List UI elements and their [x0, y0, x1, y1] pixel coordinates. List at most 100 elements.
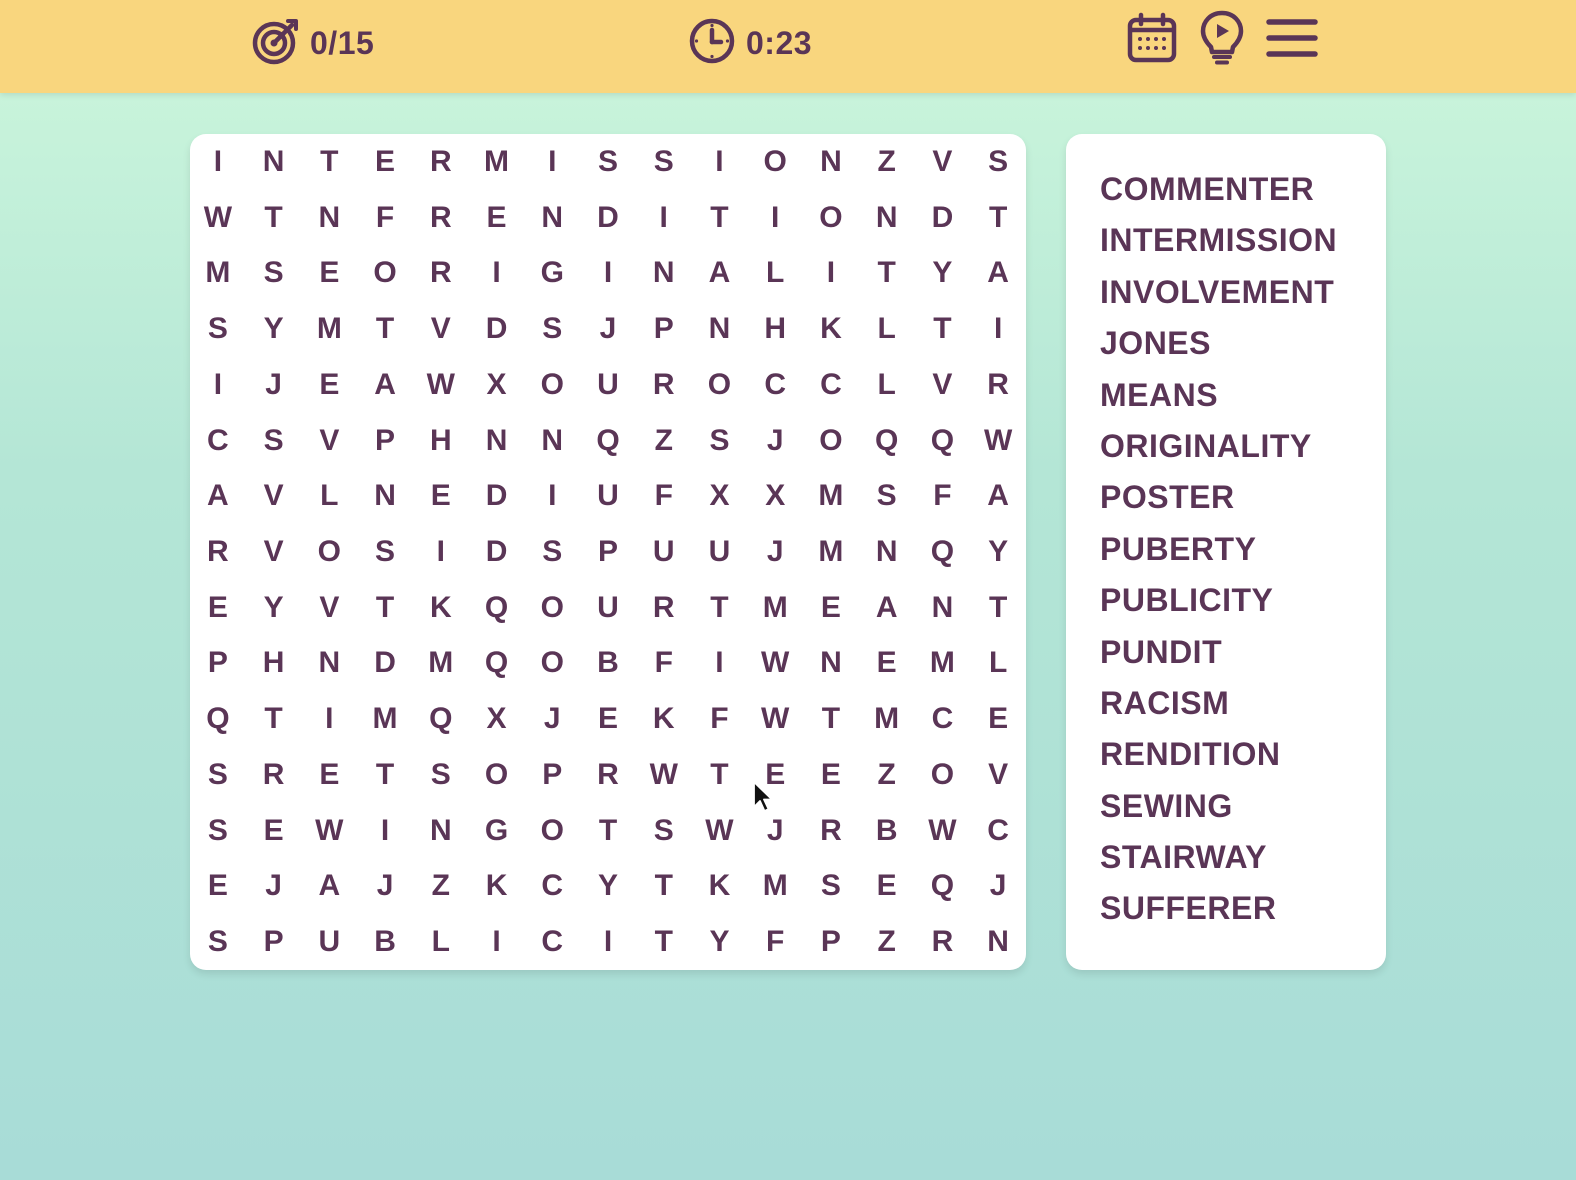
grid-cell[interactable]: S: [190, 914, 246, 970]
grid-cell[interactable]: E: [469, 190, 525, 246]
grid-cell[interactable]: E: [190, 859, 246, 915]
grid-cell[interactable]: S: [357, 524, 413, 580]
grid-cell[interactable]: E: [970, 691, 1026, 747]
grid-cell[interactable]: N: [301, 190, 357, 246]
grid-cell[interactable]: S: [524, 301, 580, 357]
grid-cell[interactable]: S: [636, 134, 692, 190]
grid-cell[interactable]: O: [524, 580, 580, 636]
grid-cell[interactable]: R: [636, 357, 692, 413]
grid-cell[interactable]: K: [636, 691, 692, 747]
grid-cell[interactable]: E: [859, 859, 915, 915]
grid-cell[interactable]: A: [692, 245, 748, 301]
grid-cell[interactable]: A: [357, 357, 413, 413]
grid-cell[interactable]: U: [301, 914, 357, 970]
grid-cell[interactable]: J: [747, 803, 803, 859]
grid-cell[interactable]: Y: [692, 914, 748, 970]
grid-cell[interactable]: I: [413, 524, 469, 580]
grid-cell[interactable]: T: [803, 691, 859, 747]
grid-cell[interactable]: P: [524, 747, 580, 803]
grid-cell[interactable]: T: [859, 245, 915, 301]
grid-cell[interactable]: L: [301, 468, 357, 524]
grid-cell[interactable]: K: [692, 859, 748, 915]
grid-cell[interactable]: N: [636, 245, 692, 301]
grid-cell[interactable]: Q: [469, 636, 525, 692]
grid-cell[interactable]: I: [524, 134, 580, 190]
grid-cell[interactable]: T: [246, 190, 302, 246]
grid-cell[interactable]: T: [970, 190, 1026, 246]
grid-cell[interactable]: V: [246, 524, 302, 580]
grid-cell[interactable]: S: [692, 413, 748, 469]
grid-cell[interactable]: I: [580, 245, 636, 301]
grid-cell[interactable]: H: [413, 413, 469, 469]
grid-cell[interactable]: D: [469, 468, 525, 524]
grid-cell[interactable]: A: [970, 245, 1026, 301]
grid-cell[interactable]: S: [190, 301, 246, 357]
grid-cell[interactable]: R: [636, 580, 692, 636]
grid-cell[interactable]: X: [469, 691, 525, 747]
grid-cell[interactable]: I: [190, 357, 246, 413]
grid-cell[interactable]: G: [524, 245, 580, 301]
grid-cell[interactable]: R: [915, 914, 971, 970]
grid-cell[interactable]: V: [301, 580, 357, 636]
grid-cell[interactable]: V: [970, 747, 1026, 803]
grid-cell[interactable]: E: [803, 580, 859, 636]
grid-cell[interactable]: H: [246, 636, 302, 692]
grid-cell[interactable]: N: [524, 190, 580, 246]
grid-cell[interactable]: O: [524, 636, 580, 692]
grid-cell[interactable]: A: [301, 859, 357, 915]
grid-cell[interactable]: T: [692, 747, 748, 803]
grid-cell[interactable]: V: [413, 301, 469, 357]
grid-cell[interactable]: Q: [915, 413, 971, 469]
grid-cell[interactable]: V: [915, 357, 971, 413]
grid-cell[interactable]: L: [747, 245, 803, 301]
grid-cell[interactable]: S: [190, 747, 246, 803]
grid-cell[interactable]: U: [580, 580, 636, 636]
grid-cell[interactable]: C: [970, 803, 1026, 859]
grid-cell[interactable]: P: [636, 301, 692, 357]
grid-cell[interactable]: T: [580, 803, 636, 859]
grid-cell[interactable]: V: [915, 134, 971, 190]
grid-cell[interactable]: E: [301, 747, 357, 803]
grid-cell[interactable]: Y: [580, 859, 636, 915]
grid-cell[interactable]: R: [190, 524, 246, 580]
grid-cell[interactable]: J: [970, 859, 1026, 915]
grid-cell[interactable]: N: [246, 134, 302, 190]
grid-cell[interactable]: R: [580, 747, 636, 803]
grid-cell[interactable]: L: [859, 301, 915, 357]
grid-cell[interactable]: L: [970, 636, 1026, 692]
grid-cell[interactable]: O: [747, 134, 803, 190]
grid-cell[interactable]: Z: [859, 914, 915, 970]
grid-cell[interactable]: B: [357, 914, 413, 970]
grid-cell[interactable]: I: [970, 301, 1026, 357]
grid-cell[interactable]: M: [469, 134, 525, 190]
grid-cell[interactable]: D: [469, 524, 525, 580]
grid-cell[interactable]: S: [190, 803, 246, 859]
grid-cell[interactable]: K: [803, 301, 859, 357]
grid-cell[interactable]: U: [692, 524, 748, 580]
grid-cell[interactable]: M: [357, 691, 413, 747]
grid-cell[interactable]: S: [580, 134, 636, 190]
grid-cell[interactable]: O: [803, 190, 859, 246]
grid-cell[interactable]: U: [580, 468, 636, 524]
grid-cell[interactable]: R: [970, 357, 1026, 413]
grid-cell[interactable]: F: [692, 691, 748, 747]
grid-cell[interactable]: W: [190, 190, 246, 246]
grid-cell[interactable]: I: [692, 636, 748, 692]
grid-cell[interactable]: Q: [915, 524, 971, 580]
calendar-button[interactable]: [1124, 12, 1180, 68]
grid-cell[interactable]: U: [580, 357, 636, 413]
grid-cell[interactable]: J: [246, 859, 302, 915]
grid-cell[interactable]: Q: [469, 580, 525, 636]
grid-cell[interactable]: P: [190, 636, 246, 692]
grid-cell[interactable]: O: [357, 245, 413, 301]
grid-cell[interactable]: Q: [915, 859, 971, 915]
grid-cell[interactable]: C: [915, 691, 971, 747]
grid-cell[interactable]: M: [413, 636, 469, 692]
grid-cell[interactable]: I: [692, 134, 748, 190]
grid-cell[interactable]: X: [747, 468, 803, 524]
grid-cell[interactable]: F: [915, 468, 971, 524]
grid-cell[interactable]: T: [915, 301, 971, 357]
grid-cell[interactable]: N: [524, 413, 580, 469]
grid-cell[interactable]: Y: [246, 580, 302, 636]
grid-cell[interactable]: B: [859, 803, 915, 859]
